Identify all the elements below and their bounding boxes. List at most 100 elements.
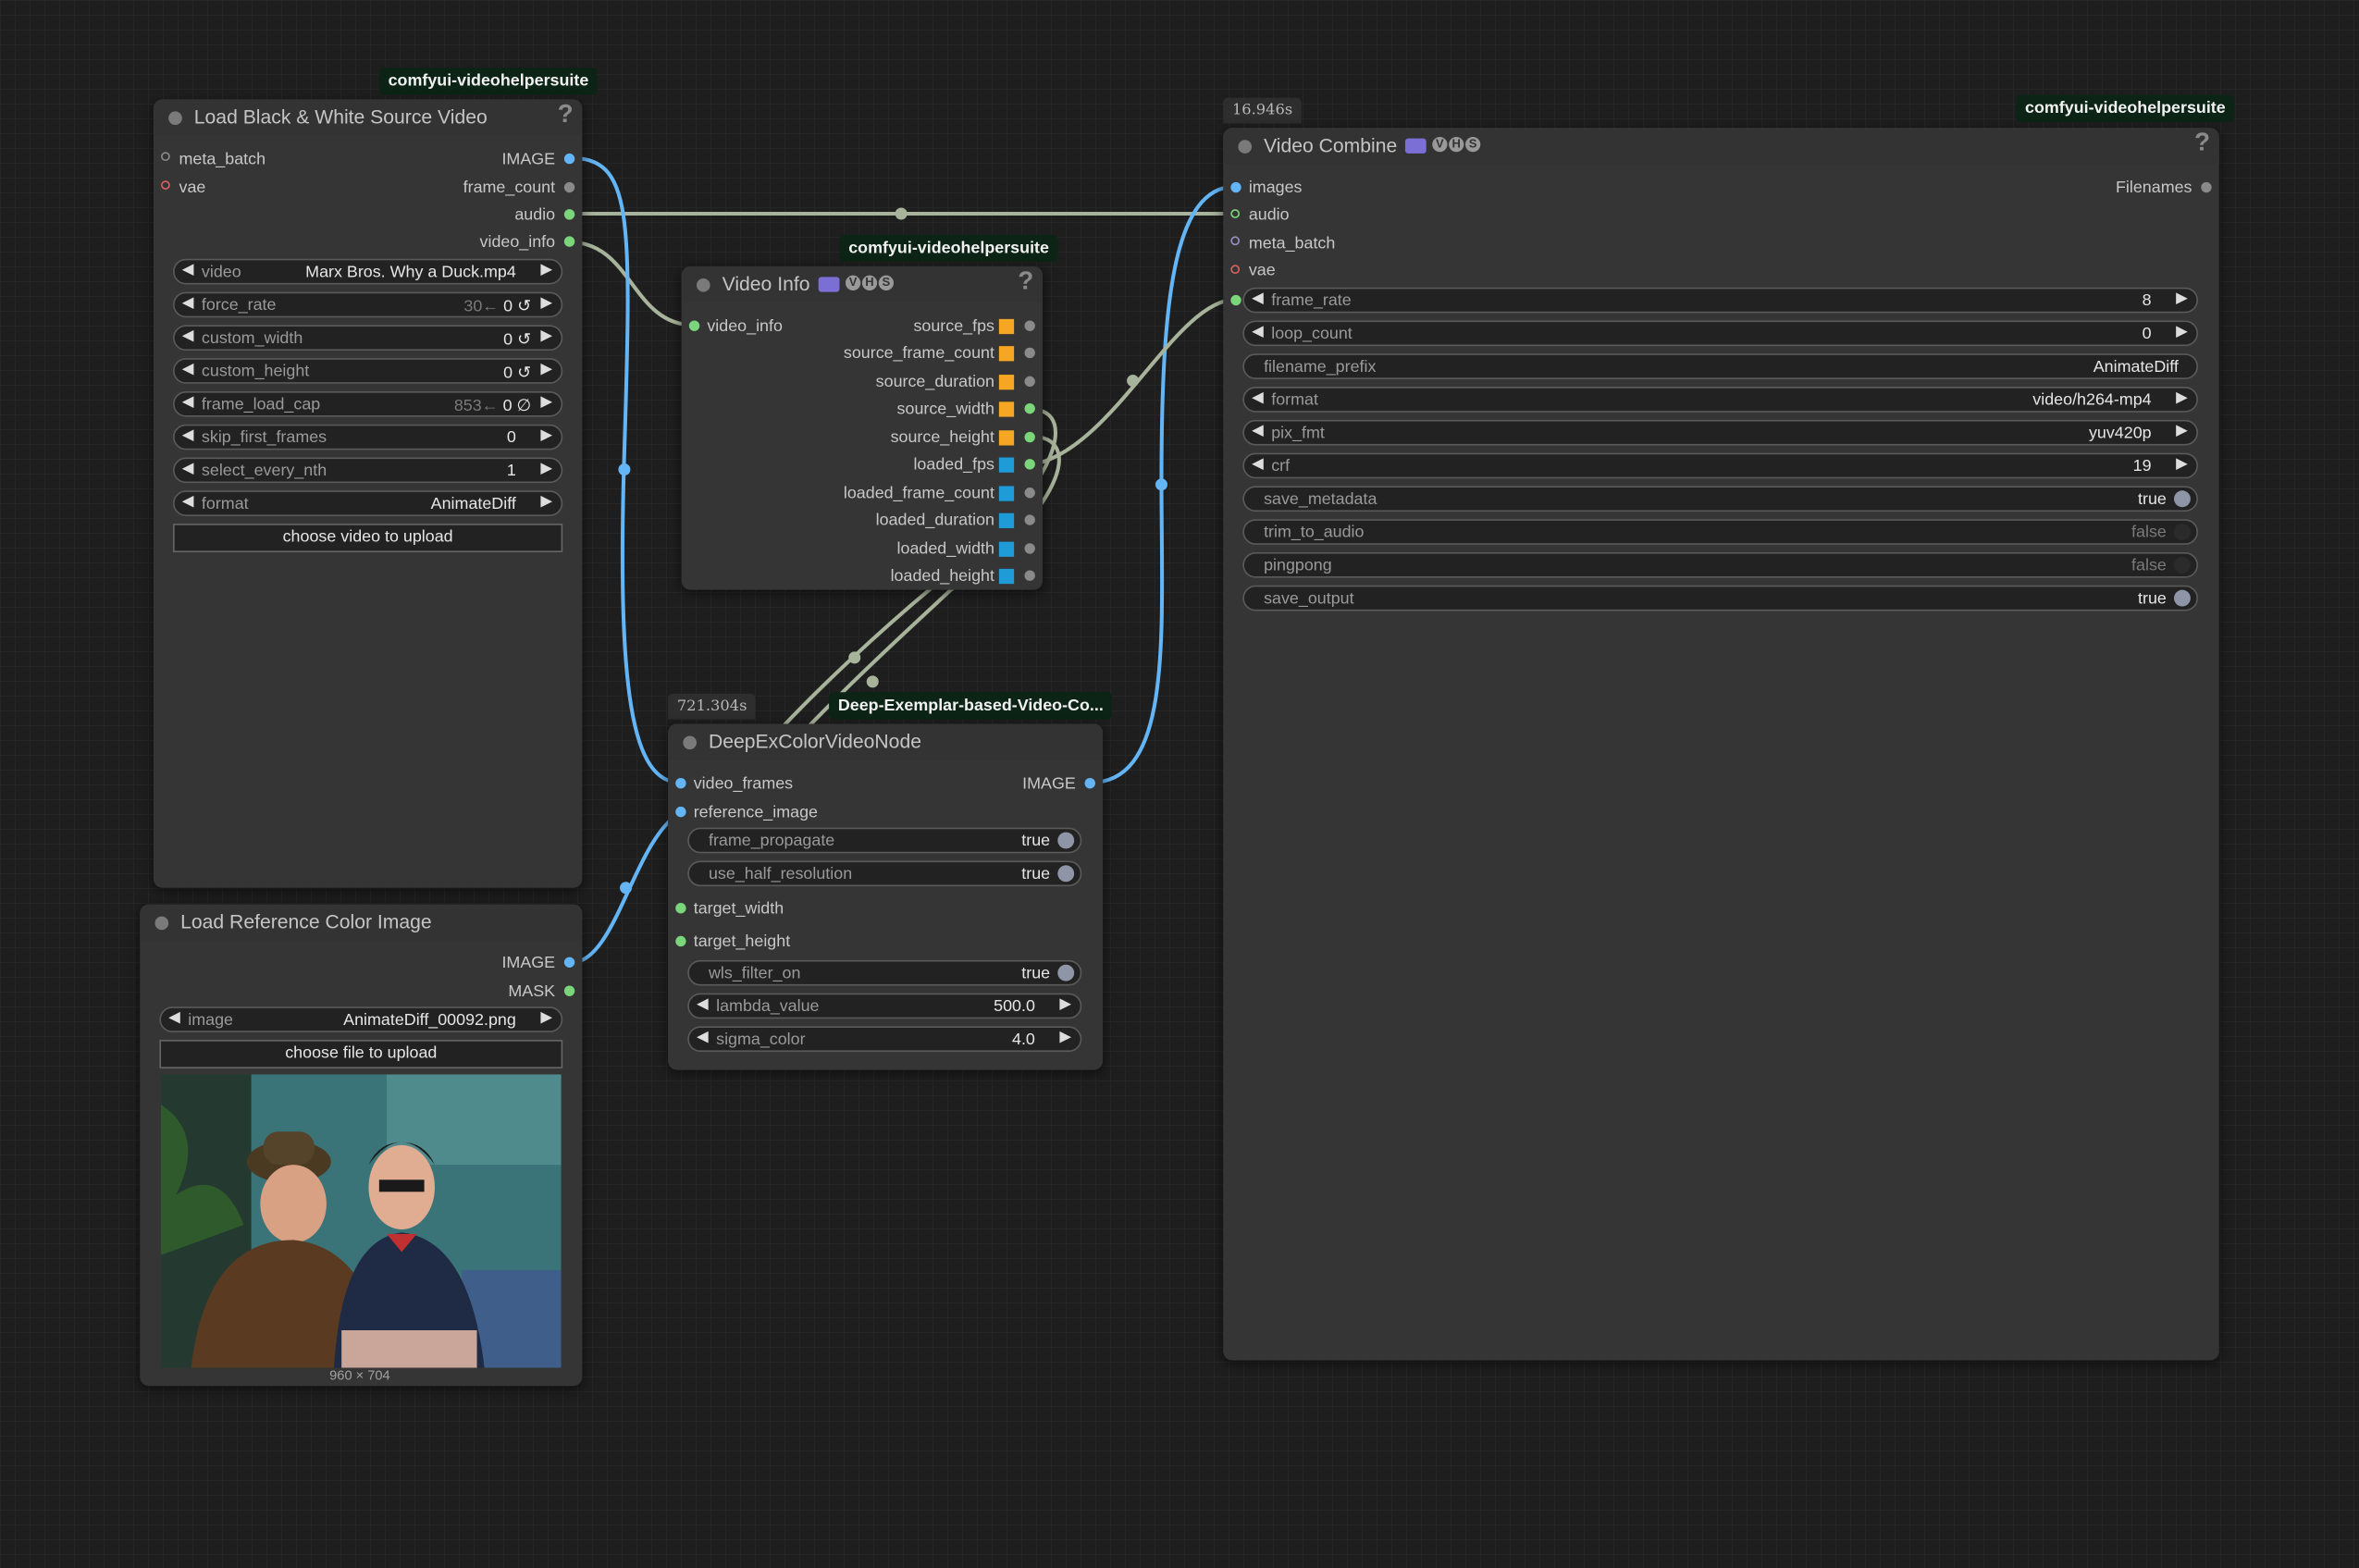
collapse-dot[interactable] <box>683 735 697 750</box>
load-image-node[interactable]: Load Reference Color Image IMAGE MASK ◀ … <box>140 904 583 1387</box>
format-combo[interactable]: ◀ format video/h264-mp4 ▶ <box>1242 387 2199 413</box>
decrement-arrow-icon[interactable]: ◀ <box>168 1010 180 1027</box>
increment-arrow-icon[interactable]: ▶ <box>1059 1030 1071 1046</box>
increment-arrow-icon[interactable]: ▶ <box>540 394 552 411</box>
increment-arrow-icon[interactable]: ▶ <box>2176 290 2188 307</box>
loaded-duration-output-icon[interactable] <box>1024 514 1035 525</box>
video-frames-input-icon[interactable] <box>675 778 686 789</box>
decrement-arrow-icon[interactable]: ◀ <box>697 1030 709 1046</box>
decrement-arrow-icon[interactable]: ◀ <box>182 295 194 312</box>
increment-arrow-icon[interactable]: ▶ <box>540 295 552 312</box>
pix-fmt-combo[interactable]: ◀ pix_fmt yuv420p ▶ <box>1242 419 2199 446</box>
lambda-value-widget[interactable]: ◀ lambda_value 500.0 ▶ <box>687 993 1082 1019</box>
increment-arrow-icon[interactable]: ▶ <box>540 494 552 511</box>
collapse-dot[interactable] <box>696 278 710 292</box>
toggle-knob-icon[interactable] <box>2174 490 2191 508</box>
select-every-nth-widget[interactable]: ◀ select_every_nth 1 ▶ <box>173 457 563 484</box>
source-fps-output-icon[interactable] <box>1024 320 1035 331</box>
save-output-toggle[interactable]: save_output true <box>1242 585 2199 611</box>
decrement-arrow-icon[interactable]: ◀ <box>182 494 194 511</box>
node-title-bar[interactable]: Load Black & White Source Video ? <box>153 99 583 136</box>
decrement-arrow-icon[interactable]: ◀ <box>182 262 194 278</box>
increment-arrow-icon[interactable]: ▶ <box>2176 456 2188 473</box>
video-info-node[interactable]: Video Info .VHS ? video_info source_fps … <box>681 265 1044 590</box>
increment-arrow-icon[interactable]: ▶ <box>2176 389 2188 406</box>
toggle-knob-icon[interactable] <box>2174 524 2191 540</box>
increment-arrow-icon[interactable]: ▶ <box>540 361 552 377</box>
decrement-arrow-icon[interactable]: ◀ <box>1252 456 1264 473</box>
toggle-knob-icon[interactable] <box>1057 865 1075 883</box>
decrement-arrow-icon[interactable]: ◀ <box>182 461 194 477</box>
video-info-output-icon[interactable] <box>563 236 575 247</box>
frame-rate-input-icon[interactable] <box>1230 294 1241 306</box>
increment-arrow-icon[interactable]: ▶ <box>1059 996 1071 1013</box>
frame-propagate-toggle[interactable]: frame_propagate true <box>687 827 1082 854</box>
increment-arrow-icon[interactable]: ▶ <box>540 427 552 444</box>
filename-prefix-field[interactable]: filename_prefix AnimateDiff <box>1242 353 2199 379</box>
meta-batch-input-icon[interactable] <box>161 152 170 162</box>
collapse-dot[interactable] <box>1238 140 1253 154</box>
force-rate-widget[interactable]: ◀ force_rate 30← 0 ↺ ▶ <box>173 291 563 318</box>
source-height-output-icon[interactable] <box>1024 431 1035 443</box>
decrement-arrow-icon[interactable]: ◀ <box>697 996 709 1013</box>
crf-widget[interactable]: ◀ crf 19 ▶ <box>1242 452 2199 479</box>
decrement-arrow-icon[interactable]: ◀ <box>1252 423 1264 439</box>
node-title-bar[interactable]: Video Combine . VHS ? <box>1223 128 2219 165</box>
deepex-color-video-node[interactable]: DeepExColorVideoNode video_frames refere… <box>668 723 1104 1070</box>
mask-output-icon[interactable] <box>563 985 575 996</box>
use-half-resolution-toggle[interactable]: use_half_resolution true <box>687 860 1082 887</box>
wls-filter-on-toggle[interactable]: wls_filter_on true <box>687 959 1082 986</box>
toggle-knob-icon[interactable] <box>2174 556 2191 574</box>
decrement-arrow-icon[interactable]: ◀ <box>182 394 194 411</box>
increment-arrow-icon[interactable]: ▶ <box>540 1010 552 1027</box>
loaded-width-output-icon[interactable] <box>1024 543 1035 554</box>
node-title-bar[interactable]: DeepExColorVideoNode <box>668 723 1104 760</box>
target-width-input-icon[interactable] <box>675 903 686 914</box>
audio-output-icon[interactable] <box>563 209 575 220</box>
help-icon[interactable]: ? <box>2194 128 2210 158</box>
trim-to-audio-toggle[interactable]: trim_to_audio false <box>1242 519 2199 545</box>
collapse-dot[interactable] <box>154 916 169 931</box>
video-combine-node[interactable]: Video Combine . VHS ? images audio meta_b… <box>1223 128 2219 1361</box>
toggle-knob-icon[interactable] <box>2174 589 2191 607</box>
custom-width-widget[interactable]: ◀ custom_width 0 ↺ ▶ <box>173 325 563 352</box>
skip-first-frames-widget[interactable]: ◀ skip_first_frames 0 ▶ <box>173 424 563 451</box>
image-combo[interactable]: ◀ image AnimateDiff_00092.png ▶ <box>159 1006 563 1032</box>
choose-video-upload-button[interactable]: choose video to upload <box>173 524 563 552</box>
image-output-icon[interactable] <box>563 153 575 165</box>
node-title-bar[interactable]: Video Info . VHS ? <box>681 265 1044 302</box>
source-frame-count-output-icon[interactable] <box>1024 347 1035 359</box>
reference-image-input-icon[interactable] <box>675 806 686 818</box>
video-combo[interactable]: ◀ video Marx Bros. Why a Duck.mp4 ▶ <box>173 258 563 285</box>
increment-arrow-icon[interactable]: ▶ <box>540 262 552 278</box>
loaded-fps-output-icon[interactable] <box>1024 459 1035 470</box>
frame-load-cap-widget[interactable]: ◀ frame_load_cap 853← 0 ∅ ▶ <box>173 390 563 417</box>
decrement-arrow-icon[interactable]: ◀ <box>1252 324 1264 340</box>
sigma-color-widget[interactable]: ◀ sigma_color 4.0 ▶ <box>687 1026 1082 1053</box>
increment-arrow-icon[interactable]: ▶ <box>540 328 552 345</box>
save-metadata-toggle[interactable]: save_metadata true <box>1242 486 2199 512</box>
help-icon[interactable]: ? <box>558 99 574 130</box>
increment-arrow-icon[interactable]: ▶ <box>2176 324 2188 340</box>
increment-arrow-icon[interactable]: ▶ <box>540 461 552 477</box>
collapse-dot[interactable] <box>168 111 182 126</box>
vae-input-icon[interactable] <box>1230 265 1241 275</box>
loop-count-widget[interactable]: ◀ loop_count 0 ▶ <box>1242 320 2199 347</box>
image-output-icon[interactable] <box>563 957 575 968</box>
node-title-bar[interactable]: Load Reference Color Image <box>140 904 583 941</box>
decrement-arrow-icon[interactable]: ◀ <box>182 427 194 444</box>
decrement-arrow-icon[interactable]: ◀ <box>182 361 194 377</box>
source-duration-output-icon[interactable] <box>1024 376 1035 388</box>
loaded-frame-count-output-icon[interactable] <box>1024 488 1035 499</box>
images-input-icon[interactable] <box>1230 181 1241 193</box>
custom-height-widget[interactable]: ◀ custom_height 0 ↺ ▶ <box>173 358 563 384</box>
decrement-arrow-icon[interactable]: ◀ <box>1252 290 1264 307</box>
meta-batch-input-icon[interactable] <box>1230 236 1241 246</box>
frame-count-output-icon[interactable] <box>563 181 575 193</box>
filenames-output-icon[interactable] <box>2201 181 2212 193</box>
decrement-arrow-icon[interactable]: ◀ <box>182 328 194 345</box>
frame-rate-widget[interactable]: ◀ frame_rate 8 ▶ <box>1242 287 2199 314</box>
increment-arrow-icon[interactable]: ▶ <box>2176 423 2188 439</box>
toggle-knob-icon[interactable] <box>1057 964 1075 982</box>
video-info-input-icon[interactable] <box>688 320 700 331</box>
